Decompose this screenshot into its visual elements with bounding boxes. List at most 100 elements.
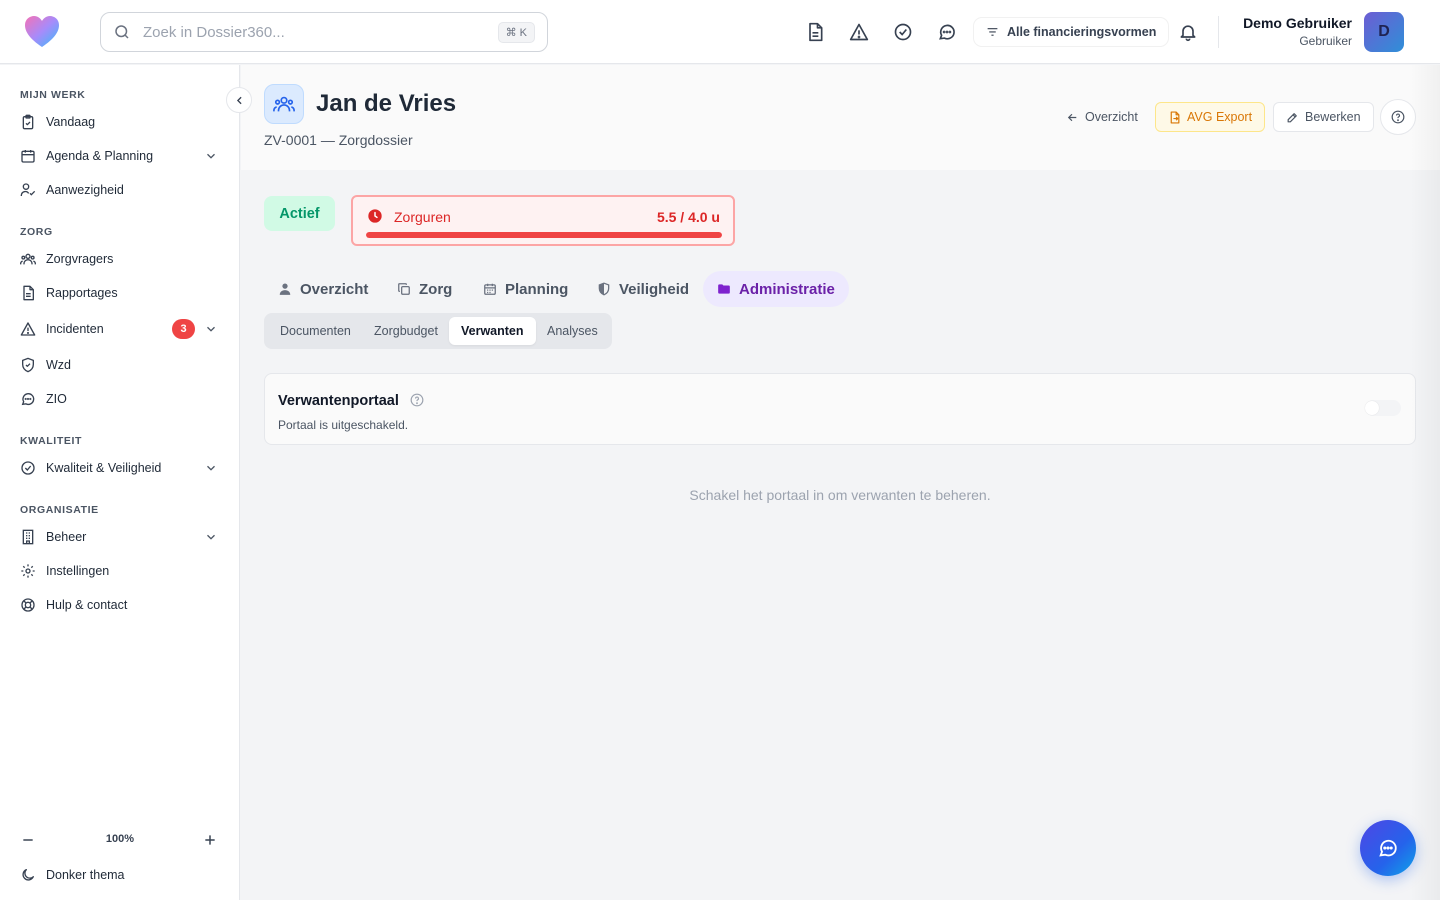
tab-zorg[interactable]: Zorg bbox=[383, 271, 466, 307]
sidebar-item-label: Wzd bbox=[46, 358, 71, 372]
portal-toggle[interactable] bbox=[1365, 400, 1401, 416]
sidebar-item-label: Incidenten bbox=[46, 322, 104, 336]
sidebar-item-label: Vandaag bbox=[46, 115, 96, 129]
sidebar-item-zio[interactable]: ZIO bbox=[12, 384, 228, 414]
sidebar-item-label: Aanwezigheid bbox=[46, 183, 124, 197]
zoom-in-icon[interactable] bbox=[202, 832, 218, 848]
avatar[interactable]: D bbox=[1364, 12, 1404, 52]
dark-theme-toggle[interactable]: Donker thema bbox=[12, 860, 228, 890]
search-shortcut: ⌘ K bbox=[497, 21, 535, 43]
user-role: Gebruiker bbox=[1299, 34, 1352, 48]
edit-button[interactable]: Bewerken bbox=[1273, 102, 1374, 132]
subtab-zorgbudget[interactable]: Zorgbudget bbox=[362, 317, 450, 345]
chat-assistant-button[interactable] bbox=[1360, 820, 1416, 876]
avg-export-label: AVG Export bbox=[1187, 110, 1253, 124]
care-hours-value: 5.5 / 4.0 u bbox=[656, 209, 720, 225]
document-icon[interactable] bbox=[805, 22, 825, 42]
top-bar: Zoek in Dossier360... ⌘ K Alle financier… bbox=[0, 0, 1440, 64]
search-icon bbox=[115, 25, 129, 39]
warning-icon[interactable] bbox=[849, 22, 869, 42]
tab-label: Planning bbox=[505, 280, 569, 298]
tab-label: Zorg bbox=[419, 280, 453, 298]
tab-administratie[interactable]: Administratie bbox=[703, 271, 849, 307]
sidebar-item-beheer[interactable]: Beheer bbox=[12, 522, 228, 552]
zoom-out-icon[interactable] bbox=[20, 832, 36, 848]
sidebar-item-wzd[interactable]: Wzd bbox=[12, 350, 228, 380]
sidebar-item-incidenten[interactable]: Incidenten 3 bbox=[12, 314, 228, 344]
chat-icon[interactable] bbox=[937, 22, 957, 42]
edit-icon bbox=[1287, 112, 1297, 122]
question-circle-icon bbox=[1391, 110, 1405, 124]
moon-icon bbox=[22, 869, 34, 881]
bell-icon[interactable] bbox=[1178, 22, 1198, 42]
tab-planning[interactable]: Planning bbox=[469, 271, 582, 307]
tab-label: Administratie bbox=[739, 280, 835, 298]
sidebar-item-aanwezigheid[interactable]: Aanwezigheid bbox=[12, 175, 228, 205]
section-title-zorg: ZORG bbox=[20, 226, 53, 238]
status-badge: Actief bbox=[264, 196, 335, 231]
chat-icon bbox=[21, 393, 35, 406]
check-circle-icon[interactable] bbox=[893, 22, 913, 42]
subtab-analyses[interactable]: Analyses bbox=[535, 317, 610, 345]
users-icon bbox=[20, 253, 36, 265]
tab-overzicht[interactable]: Overzicht bbox=[264, 271, 382, 307]
zoom-control: 100% bbox=[0, 825, 240, 855]
subtab-verwanten[interactable]: Verwanten bbox=[449, 317, 536, 345]
question-circle-icon[interactable] bbox=[410, 393, 424, 407]
sidebar-item-label: Kwaliteit & Veiligheid bbox=[46, 461, 162, 475]
sidebar-item-kwaliteit-veiligheid[interactable]: Kwaliteit & Veiligheid bbox=[12, 453, 228, 483]
subtab-documenten[interactable]: Documenten bbox=[268, 317, 363, 345]
help-button[interactable] bbox=[1380, 99, 1416, 135]
back-to-overview-button[interactable]: Overzicht bbox=[1054, 102, 1150, 132]
file-export-icon bbox=[1170, 110, 1180, 124]
sidebar-item-instellingen[interactable]: Instellingen bbox=[12, 556, 228, 586]
document-icon bbox=[23, 285, 34, 301]
page-title: Jan de Vries bbox=[316, 90, 457, 117]
tab-label: Veiligheid bbox=[619, 280, 690, 298]
sidebar-item-zorgvragers[interactable]: Zorgvragers bbox=[12, 244, 228, 274]
edit-label: Bewerken bbox=[1305, 110, 1361, 124]
scroll-shadow bbox=[1410, 65, 1440, 900]
section-title-organisatie: ORGANISATIE bbox=[20, 504, 99, 516]
section-title-mijn-werk: MIJN WERK bbox=[20, 89, 86, 101]
tab-veiligheid[interactable]: Veiligheid bbox=[583, 271, 703, 307]
heart-logo[interactable] bbox=[24, 15, 60, 49]
sidebar-item-label: Zorgvragers bbox=[46, 252, 114, 266]
clock-icon bbox=[368, 209, 382, 223]
relatives-portal-card: Verwantenportaal Portaal is uitgeschakel… bbox=[264, 373, 1416, 445]
user-icon bbox=[279, 283, 291, 295]
folder-icon bbox=[718, 284, 730, 294]
sidebar-item-vandaag[interactable]: Vandaag bbox=[12, 107, 228, 137]
sidebar-collapse-button[interactable] bbox=[226, 87, 252, 113]
zoom-level: 100% bbox=[105, 833, 135, 845]
care-hours-label: Zorguren bbox=[394, 209, 451, 225]
sidebar-item-rapportages[interactable]: Rapportages bbox=[12, 278, 228, 308]
user-name[interactable]: Demo Gebruiker bbox=[1243, 15, 1352, 31]
search-input[interactable]: Zoek in Dossier360... ⌘ K bbox=[100, 12, 548, 52]
sidebar: MIJN WERK Vandaag Agenda & Planning Aanw… bbox=[0, 65, 240, 900]
sidebar-item-agenda-planning[interactable]: Agenda & Planning bbox=[12, 141, 228, 171]
shield-icon bbox=[22, 357, 34, 373]
chevron-down-icon bbox=[207, 534, 215, 540]
sidebar-item-label: Agenda & Planning bbox=[46, 149, 154, 163]
calendar-icon bbox=[484, 283, 496, 295]
subtab-bar: Documenten Zorgbudget Verwanten Analyses bbox=[264, 313, 612, 349]
avg-export-button[interactable]: AVG Export bbox=[1155, 102, 1266, 132]
care-hours-card: Zorguren 5.5 / 4.0 u bbox=[351, 195, 735, 246]
portal-title: Verwantenportaal bbox=[278, 393, 399, 409]
users-icon bbox=[264, 84, 304, 124]
chevron-down-icon bbox=[207, 326, 215, 332]
chat-icon bbox=[1379, 839, 1397, 857]
care-hours-progress-fill bbox=[366, 232, 722, 238]
financing-filter-button[interactable]: Alle financieringsvormen bbox=[974, 18, 1169, 46]
clipboard-check-icon bbox=[22, 114, 34, 130]
page-subtitle: ZV-0001 — Zorgdossier bbox=[264, 132, 413, 148]
sidebar-item-hulp-contact[interactable]: Hulp & contact bbox=[12, 590, 228, 620]
care-hours-progress bbox=[366, 232, 722, 238]
lifebuoy-icon bbox=[21, 598, 35, 612]
filter-icon bbox=[987, 27, 998, 36]
financing-filter-label: Alle financieringsvormen bbox=[1007, 25, 1157, 39]
warning-icon bbox=[20, 322, 36, 336]
chevron-down-icon bbox=[207, 465, 215, 471]
arrow-left-icon bbox=[1067, 113, 1077, 121]
